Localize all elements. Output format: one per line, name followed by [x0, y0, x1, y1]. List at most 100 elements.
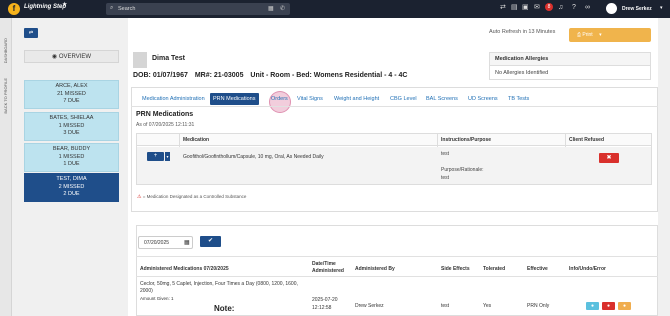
chevron-down-icon[interactable]: ▾	[165, 152, 170, 161]
column-header: Side Effects	[441, 266, 470, 272]
divider	[136, 256, 658, 257]
print-label: Print	[582, 32, 593, 38]
prn-as-of: As of 07/20/2025 12:11:31	[136, 122, 195, 128]
column-header: Administered By	[355, 266, 395, 272]
patient-card-bear[interactable]: BEAR, BUDDY 1 MISSED 1 DUE	[24, 143, 119, 172]
instructions: test	[441, 151, 450, 157]
prn-table-header: Medication Instructions/Purpose Client R…	[137, 134, 651, 146]
refused-button[interactable]: ✖	[599, 153, 619, 163]
overview-button[interactable]: ◉ OVERVIEW	[24, 50, 119, 63]
search-box[interactable]: ⌕ ▦ ✆	[106, 3, 290, 15]
administered-time: 12:12:58	[312, 305, 332, 311]
patient-unit: Unit - Room - Bed: Womens Residential - …	[250, 72, 408, 79]
transfer-icon[interactable]: ⇄	[500, 3, 506, 13]
bell-icon[interactable]: ♫	[558, 3, 563, 13]
patient-name: BEAR, BUDDY	[52, 146, 91, 152]
patient-avatar	[133, 52, 147, 68]
overview-label: OVERVIEW	[58, 54, 92, 60]
column-header: Effective	[527, 266, 548, 272]
patient-missed: 1 MISSED	[58, 153, 85, 160]
info-button[interactable]: ●	[586, 302, 599, 310]
patient-name: ARCE, ALEX	[55, 83, 88, 89]
add-dose-button[interactable]: +	[147, 152, 164, 161]
prn-table: Medication Instructions/Purpose Client R…	[136, 133, 652, 185]
user-name[interactable]: Drew Serkez	[622, 6, 652, 12]
patient-due: 1 DUE	[63, 161, 80, 167]
note-label: Note:	[214, 304, 235, 313]
administered-by: Drew Serkez	[355, 303, 384, 309]
tab-ud-screens[interactable]: UD Screens	[465, 93, 501, 105]
allergy-value: No Allergies Identified	[495, 70, 549, 76]
column-header: Client Refused	[569, 137, 605, 143]
divider	[136, 276, 658, 277]
column-header: Date/Time Administered	[312, 261, 344, 274]
tab-prn-medications[interactable]: PRN Medications	[210, 93, 259, 105]
user-avatar[interactable]	[606, 3, 617, 14]
dashboard-link[interactable]: DASHBOARD	[3, 38, 8, 63]
prn-title: PRN Medications	[136, 111, 194, 118]
medication-name: Goofithol/Goofinthollum/Capsule, 10 mg, …	[183, 154, 324, 160]
star-icon: ★	[62, 2, 68, 8]
tab-vital-signs[interactable]: Vital Signs	[294, 93, 326, 105]
purpose-label: Purpose/Rationale:	[441, 167, 484, 173]
top-bar: f Lightning Step ★ ⌕ ▦ ✆ ⇄ ▤ ▣ ✉ 8 ♫ ? ∞…	[0, 0, 670, 18]
tab-weight-height[interactable]: Weight and Height	[331, 93, 382, 105]
tolerated: Yes	[483, 303, 492, 309]
patient-name-heading: Dima Test	[152, 55, 185, 62]
chevron-down-icon: ▾	[599, 32, 602, 38]
tab-bal-screens[interactable]: BAL Screens	[423, 93, 461, 105]
amount-given: Amount Given: 1	[140, 296, 174, 301]
calendar-icon[interactable]: ▦	[268, 5, 274, 12]
search-input[interactable]	[118, 5, 258, 13]
search-icon: ⌕	[110, 5, 114, 11]
undo-button[interactable]: ●	[602, 302, 615, 310]
phone-icon[interactable]: ✆	[280, 5, 285, 12]
administered-date: 2025-07-20	[312, 297, 338, 303]
patient-mr: MR#: 21-03005	[194, 72, 244, 79]
inbox-icon[interactable]: ▣	[522, 3, 529, 13]
app-name: Lightning Step	[24, 4, 66, 10]
patient-card-test[interactable]: TEST, DIMA 2 MISSED 2 DUE	[24, 173, 119, 202]
legend-text: = Medication Designated as a Controlled …	[142, 194, 247, 199]
patient-name: BATES, SHIELAA	[49, 115, 94, 121]
allergy-panel: Medication Allergies No Allergies Identi…	[489, 52, 651, 80]
help-icon[interactable]: ?	[572, 3, 576, 13]
column-header: Tolerated	[483, 266, 506, 272]
allergy-title: Medication Allergies	[490, 53, 650, 66]
warning-icon: ⚠	[137, 194, 142, 200]
patient-card-arce[interactable]: ARCE, ALEX 21 MISSED 7 DUE	[24, 80, 119, 109]
patient-due: 3 DUE	[63, 130, 80, 136]
column-header: Instructions/Purpose	[441, 137, 492, 143]
controlled-legend: ⚠ = Medication Designated as a Controlle…	[137, 194, 246, 200]
tab-divider	[131, 106, 658, 107]
tab-orders[interactable]: Orders	[268, 93, 291, 105]
calendar-icon[interactable]: ▦	[184, 239, 190, 246]
chevron-down-icon[interactable]: ▾	[660, 5, 663, 11]
patient-missed: 21 MISSED	[57, 90, 86, 97]
tab-cbg-level[interactable]: CBG Level	[387, 93, 420, 105]
patient-missed: 1 MISSED	[58, 122, 85, 129]
scrollbar[interactable]	[658, 18, 670, 316]
patient-missed: 2 MISSED	[58, 183, 85, 190]
patient-due: 7 DUE	[63, 98, 80, 104]
purpose-value: test	[441, 175, 450, 181]
auto-refresh-text: Auto Refresh in 13 Minutes	[489, 29, 556, 35]
error-button[interactable]: ●	[618, 302, 631, 310]
column-header: Medication	[183, 137, 210, 143]
confirm-date-button[interactable]: ✔	[200, 236, 221, 247]
side-effects: test	[441, 303, 450, 309]
toggle-panel-button[interactable]: ⇄	[24, 28, 38, 38]
calendar-top-icon[interactable]: ▤	[511, 3, 518, 13]
patient-due: 2 DUE	[63, 191, 80, 197]
patient-card-bates[interactable]: BATES, SHIELAA 1 MISSED 3 DUE	[24, 112, 119, 141]
notification-badge[interactable]: 8	[545, 3, 553, 11]
tab-tb-tests[interactable]: TB Tests	[505, 93, 532, 105]
back-to-profile-link[interactable]: BACK TO PROFILE	[3, 78, 8, 114]
print-button[interactable]: ⎙ Print ▾	[569, 28, 651, 42]
left-strip: DASHBOARD BACK TO PROFILE	[0, 18, 12, 316]
tab-medication-administration[interactable]: Medication Administration	[139, 93, 208, 105]
link-icon[interactable]: ∞	[585, 3, 590, 13]
chat-icon[interactable]: ✉	[534, 3, 540, 13]
administered-medication: Ceclor, 50mg, 5 Caplet, Injection, Four …	[140, 281, 298, 294]
column-header: Info/Undo/Error	[569, 266, 606, 272]
